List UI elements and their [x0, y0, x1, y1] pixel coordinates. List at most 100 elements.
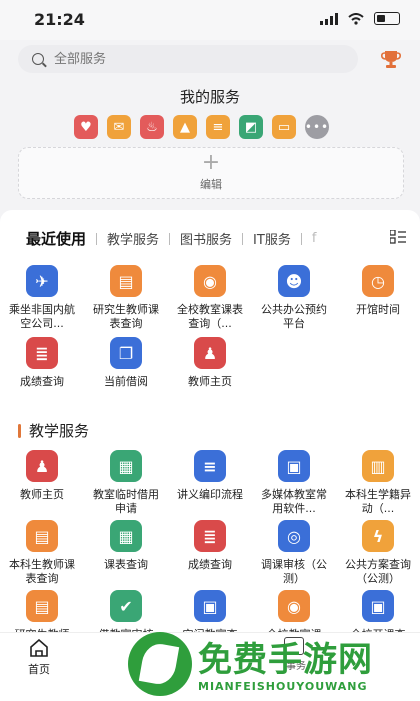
printer-icon: ▣: [362, 590, 394, 622]
service-item[interactable]: ◷ 开馆时间: [336, 265, 420, 331]
document-icon: ≡: [194, 450, 226, 482]
service-item[interactable]: ♟ 教师主页: [0, 450, 84, 516]
cake-icon[interactable]: ♨: [140, 115, 164, 139]
clock-icon: ◷: [362, 265, 394, 297]
watermark-subtext: MIANFEISHOUYOUWANG: [198, 680, 368, 693]
service-item[interactable]: ◉ 全校教室课表查询（...: [168, 265, 252, 331]
tab-separator: [169, 232, 171, 245]
plane-icon: ✈: [26, 265, 58, 297]
calendar-icon: ▦: [110, 520, 142, 552]
service-row: ♟ 教师主页 ▦ 教室临时借用申请 ≡ 讲义编印流程 ▣ 多媒体教室常用软件... ▥ 本科生学籍…: [0, 450, 420, 516]
tab-3[interactable]: IT服务: [253, 229, 291, 248]
battery-icon: [374, 12, 400, 25]
doc-icon[interactable]: ≡: [206, 115, 230, 139]
tab-1[interactable]: 教学服务: [107, 229, 159, 248]
service-item[interactable]: ♟ 教师主页: [168, 337, 252, 389]
status-time: 21:24: [34, 10, 85, 29]
service-label: 公共方案查询（公测）: [345, 558, 411, 585]
service-label: 课表查询: [104, 558, 148, 571]
service-label: 教室临时借用申请: [93, 488, 159, 515]
service-label: 研究生教师课表查询: [93, 303, 159, 330]
location-icon: ◉: [194, 265, 226, 297]
service-label: 教师主页: [188, 375, 232, 388]
my-services-title: 我的服务: [179, 88, 240, 106]
service-item[interactable]: ϟ 公共方案查询（公测）: [336, 520, 420, 586]
schedule-icon: ▤: [110, 265, 142, 297]
service-label: 本科生教师课表查询: [9, 558, 75, 585]
review-icon: ◎: [278, 520, 310, 552]
service-label: 全校教室课表查询（...: [177, 303, 243, 330]
service-label: 公共办公预约平台: [261, 303, 327, 330]
tab-4[interactable]: f: [312, 231, 317, 246]
service-row: ▤ 本科生教师课表查询 ▦ 课表查询 ≣ 成绩查询 ◎ 调课审核（公测） ϟ 公共方案查询（公测）: [0, 520, 420, 586]
service-item[interactable]: ▦ 教室临时借用申请: [84, 450, 168, 516]
search-icon: [32, 53, 44, 65]
service-label: 当前借阅: [104, 375, 148, 388]
my-services-icons: ♥ ✉ ♨ ▲ ≡ ◩ ▭ •••: [74, 115, 329, 139]
service-item[interactable]: ≣ 成绩查询: [0, 337, 84, 389]
signal-icon: [320, 12, 338, 25]
my-services: 我的服务 ♥ ✉ ♨ ▲ ≡ ◩ ▭ ••• + 编辑: [0, 80, 420, 200]
teaching-section-title: 教学服务: [29, 422, 90, 440]
service-item[interactable]: ▣ 多媒体教室常用软件...: [252, 450, 336, 516]
tab-separator: [300, 232, 302, 245]
section-accent-bar: [18, 423, 21, 438]
service-item[interactable]: ▤ 研究生教师课表查询: [84, 265, 168, 331]
service-label: 调课审核（公测）: [261, 558, 327, 585]
teacher-icon: ♟: [26, 450, 58, 482]
edit-label: 编辑: [200, 178, 222, 191]
teacher-icon: ♟: [194, 337, 226, 369]
grid-menu-icon[interactable]: [390, 230, 406, 244]
tab-0[interactable]: 最近使用: [26, 228, 86, 249]
watermark-logo: [128, 632, 192, 696]
service-item[interactable]: ▥ 本科生学籍异动（...: [336, 450, 420, 516]
wifi-icon: [348, 12, 364, 25]
mail-icon[interactable]: ✉: [107, 115, 131, 139]
photo-icon[interactable]: ▲: [173, 115, 197, 139]
service-item[interactable]: ≡ 讲义编印流程: [168, 450, 252, 516]
location-icon: ◉: [278, 590, 310, 622]
tab-2[interactable]: 图书服务: [180, 229, 232, 248]
status-bar: 21:24: [0, 0, 420, 40]
teaching-section-header: 教学服务: [18, 420, 89, 441]
watermark: 免费手游网 MIANFEISHOUYOUWANG: [128, 630, 420, 700]
grade-icon: ≣: [26, 337, 58, 369]
search-bar[interactable]: [18, 45, 358, 73]
card-icon[interactable]: ▭: [272, 115, 296, 139]
service-item[interactable]: ☻ 公共办公预约平台: [252, 265, 336, 331]
service-item[interactable]: ≣ 成绩查询: [168, 520, 252, 586]
service-label: 教师主页: [20, 488, 64, 501]
people-icon: ☻: [278, 265, 310, 297]
heart-icon[interactable]: ♥: [74, 115, 98, 139]
service-item[interactable]: ▦ 课表查询: [84, 520, 168, 586]
service-item[interactable]: ◎ 调课审核（公测）: [252, 520, 336, 586]
service-label: 成绩查询: [20, 375, 64, 388]
book-icon: ❐: [110, 337, 142, 369]
tab-separator: [242, 232, 244, 245]
home-icon: [30, 639, 48, 657]
approve-icon: ✔: [110, 590, 142, 622]
plus-icon: +: [201, 150, 221, 175]
nav-home[interactable]: 首页: [28, 639, 50, 677]
service-label: 本科生学籍异动（...: [345, 488, 411, 515]
schedule-icon: ▤: [26, 590, 58, 622]
grade-icon: ≣: [194, 520, 226, 552]
service-label: 多媒体教室常用软件...: [261, 488, 327, 515]
status-icons: [320, 12, 400, 25]
image-icon[interactable]: ◩: [239, 115, 263, 139]
service-item[interactable]: ▤ 本科生教师课表查询: [0, 520, 84, 586]
service-label: 成绩查询: [188, 558, 232, 571]
watermark-text: 免费手游网: [198, 640, 373, 680]
printer-icon: ▣: [194, 590, 226, 622]
search-input[interactable]: [52, 50, 336, 68]
media-icon: ▣: [278, 450, 310, 482]
service-item[interactable]: ❐ 当前借阅: [84, 337, 168, 389]
more-icon[interactable]: •••: [305, 115, 329, 139]
service-item[interactable]: ✈ 乘坐非国内航空公司...: [0, 265, 84, 331]
edit-button[interactable]: + 编辑: [18, 147, 404, 199]
trophy-icon[interactable]: [380, 48, 402, 70]
service-label: 讲义编印流程: [177, 488, 243, 501]
service-row: ✈ 乘坐非国内航空公司... ▤ 研究生教师课表查询 ◉ 全校教室课表查询（... ☻ 公共办…: [0, 265, 420, 331]
classroom-icon: ▦: [110, 450, 142, 482]
nav-home-label: 首页: [28, 663, 50, 676]
